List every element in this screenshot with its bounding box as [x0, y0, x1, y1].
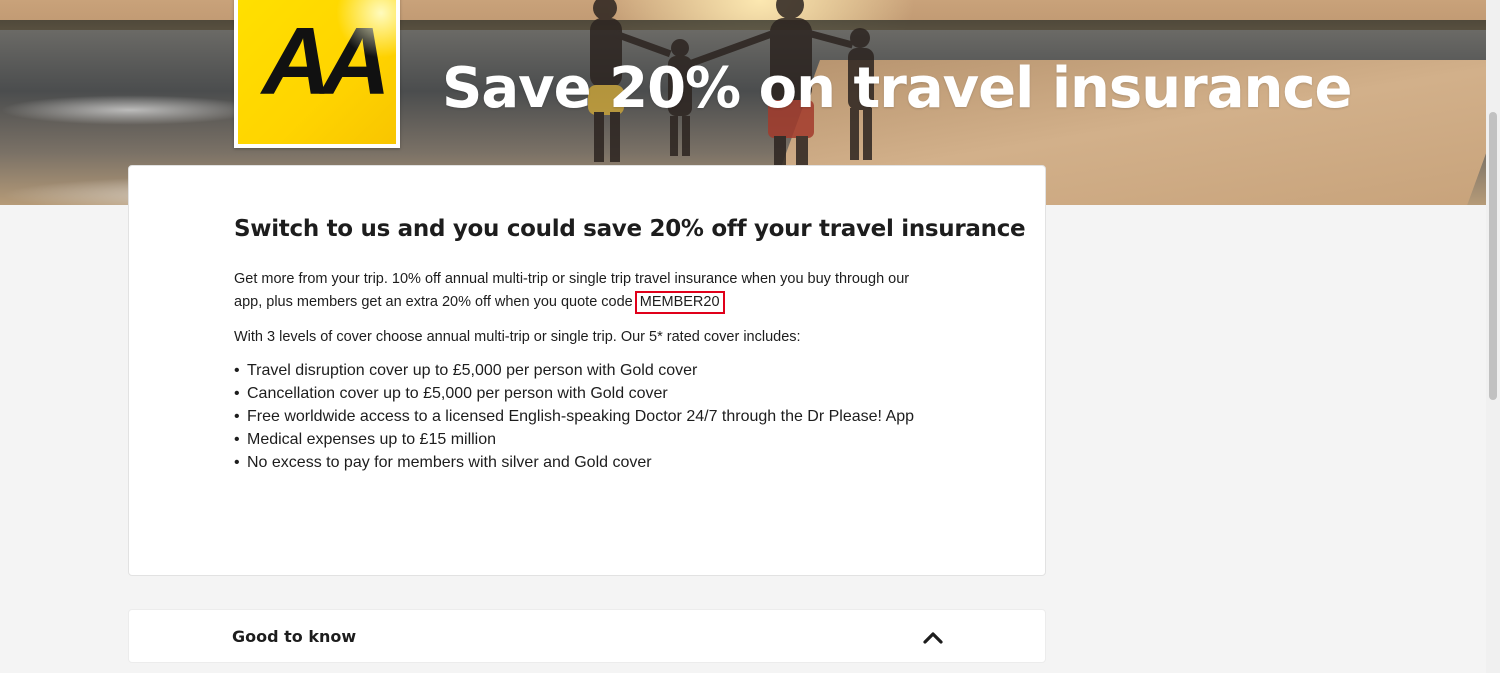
bullet-icon: • [234, 454, 240, 471]
vertical-scrollbar[interactable] [1486, 0, 1500, 673]
bullet-icon: • [234, 408, 240, 425]
offer-card: Switch to us and you could save 20% off … [128, 165, 1046, 576]
bullet-icon: • [234, 431, 240, 448]
list-item-text: Travel disruption cover up to £5,000 per… [247, 362, 698, 379]
hero-wave-foam [0, 95, 260, 125]
bullet-icon: • [234, 385, 240, 402]
list-item: • Medical expenses up to £15 million [234, 428, 974, 451]
cover-levels-text: With 3 levels of cover choose annual mul… [234, 329, 801, 345]
bullet-icon: • [234, 362, 240, 379]
aa-logo-badge: AA [238, 0, 396, 144]
list-item-text: No excess to pay for members with silver… [247, 454, 652, 471]
offer-intro-text: Get more from your trip. 10% off annual … [234, 271, 910, 310]
list-item-text: Cancellation cover up to £5,000 per pers… [247, 385, 668, 402]
offer-intro: Get more from your trip. 10% off annual … [234, 268, 934, 314]
list-item-text: Free worldwide access to a licensed Engl… [247, 408, 915, 425]
aa-logo-text: AA [262, 8, 391, 115]
chevron-up-icon[interactable] [921, 627, 945, 647]
page: Save 20% on travel insurance AA Switch t… [0, 0, 1500, 673]
offer-heading: Switch to us and you could save 20% off … [234, 216, 1026, 242]
promo-code: MEMBER20 [634, 291, 725, 314]
aa-logo[interactable]: AA [234, 0, 400, 148]
cover-benefits-list: • Travel disruption cover up to £5,000 pe… [234, 359, 974, 474]
accordion-label: Good to know [232, 627, 357, 646]
good-to-know-accordion[interactable]: Good to know [128, 609, 1046, 663]
list-item-text: Medical expenses up to £15 million [247, 431, 497, 448]
list-item: • Cancellation cover up to £5,000 per per… [234, 382, 974, 405]
list-item: • No excess to pay for members with silve… [234, 451, 974, 474]
list-item: • Travel disruption cover up to £5,000 pe… [234, 359, 974, 382]
scrollbar-thumb[interactable] [1489, 112, 1497, 400]
hero-title: Save 20% on travel insurance [442, 56, 1353, 121]
list-item: • Free worldwide access to a licensed Eng… [234, 405, 974, 428]
